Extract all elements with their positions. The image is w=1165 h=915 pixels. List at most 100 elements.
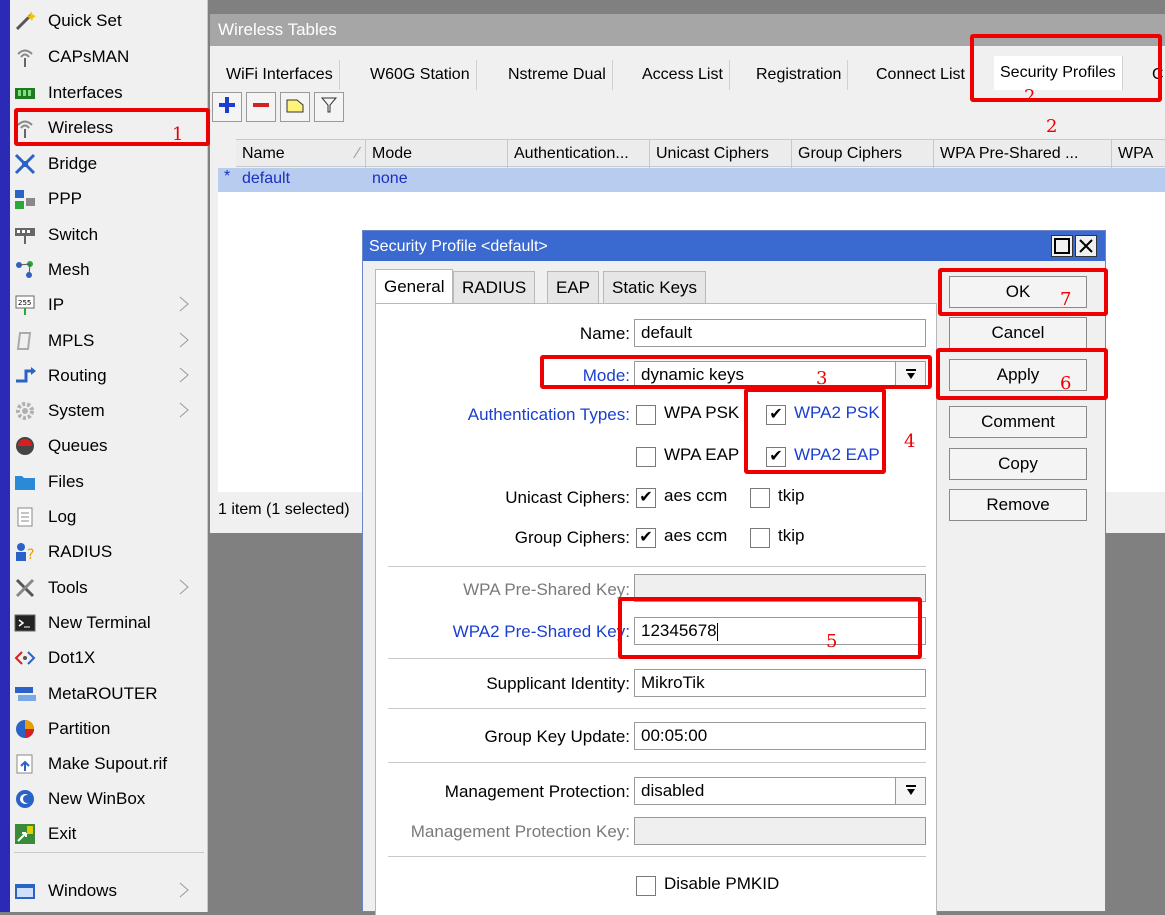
col-mode[interactable]: Mode: [366, 140, 508, 168]
annotation-box-security-profiles: [970, 34, 1162, 102]
table-row[interactable]: * default none: [218, 168, 1165, 192]
menu-item-interfaces[interactable]: Interfaces: [14, 76, 206, 110]
tab-radius[interactable]: RADIUS: [453, 271, 536, 303]
wand-icon: [14, 10, 36, 32]
filter-button[interactable]: [314, 92, 344, 122]
tab-general[interactable]: General: [375, 269, 454, 303]
menu-item-windows[interactable]: Windows: [14, 874, 206, 908]
mgmt-protection-label: Management Protection:: [444, 782, 630, 801]
gear-icon: [14, 400, 36, 422]
wpa-eap-checkbox[interactable]: [636, 447, 656, 467]
menu-item-tools[interactable]: Tools: [14, 571, 206, 605]
menu-item-metarouter[interactable]: MetaROUTER: [14, 677, 206, 711]
maximize-icon: [1052, 238, 1072, 260]
tab-registration[interactable]: Registration: [750, 60, 849, 90]
tools-icon: [14, 577, 36, 599]
col-name[interactable]: Name ∕: [236, 140, 366, 168]
tab-connect-list[interactable]: Connect List: [870, 60, 972, 90]
tab-w60g-station[interactable]: W60G Station: [364, 60, 477, 90]
wpa-key-label: WPA Pre-Shared Key:: [463, 580, 630, 599]
menu-item-files[interactable]: Files: [14, 465, 206, 499]
menu-item-routing[interactable]: Routing: [14, 359, 206, 393]
dialog-title[interactable]: Security Profile <default>: [363, 231, 1105, 261]
tab-nstreme-dual[interactable]: Nstreme Dual: [502, 60, 613, 90]
annotation-box-mode: [540, 355, 932, 389]
menu-item-switch[interactable]: Switch: [14, 218, 206, 252]
menu-item-mesh[interactable]: Mesh: [14, 253, 206, 287]
menu-item-new-winbox[interactable]: New WinBox: [14, 782, 206, 816]
section-separator: [388, 856, 926, 857]
col-wpa-key[interactable]: WPA Pre-Shared ...: [934, 140, 1112, 168]
annotation-number: 6: [1060, 373, 1072, 394]
menu-item-make-supout[interactable]: Make Supout.rif: [14, 747, 206, 781]
dropdown-arrow-icon[interactable]: [895, 778, 925, 804]
group-aes-checkbox[interactable]: ✔: [636, 528, 656, 548]
name-input[interactable]: default: [634, 319, 926, 347]
supplicant-input[interactable]: MikroTik: [634, 669, 926, 697]
switch-icon: [14, 224, 36, 246]
comment-button[interactable]: [280, 92, 310, 122]
cancel-button[interactable]: Cancel: [949, 317, 1087, 349]
close-button[interactable]: [1075, 235, 1097, 257]
group-aes-label: aes ccm: [664, 526, 728, 545]
dot1x-icon: [14, 647, 36, 669]
menu-item-bridge[interactable]: Bridge: [14, 147, 206, 181]
menu-item-queues[interactable]: Queues: [14, 429, 206, 463]
users-icon: ?: [14, 541, 36, 563]
maximize-button[interactable]: [1051, 235, 1073, 257]
log-icon: [14, 506, 36, 528]
remove-button[interactable]: Remove: [949, 489, 1087, 521]
menu-item-log[interactable]: Log: [14, 500, 206, 534]
menu-item-dot1x[interactable]: Dot1X: [14, 641, 206, 675]
unicast-tkip-checkbox[interactable]: [750, 488, 770, 508]
comment-button[interactable]: Comment: [949, 406, 1087, 438]
group-ciphers-label: Group Ciphers:: [514, 528, 630, 547]
winbox-version-strip: [0, 0, 10, 912]
col-authentication[interactable]: Authentication...: [508, 140, 650, 168]
menu-item-exit[interactable]: Exit: [14, 817, 206, 851]
tab-access-list[interactable]: Access List: [636, 60, 730, 90]
group-tkip-checkbox[interactable]: [750, 528, 770, 548]
menu-item-capsman[interactable]: CAPsMAN: [14, 40, 206, 74]
wpa-psk-label: WPA PSK: [664, 403, 740, 422]
menu-item-partition[interactable]: Partition: [14, 712, 206, 746]
col-wpa-overflow[interactable]: WPA: [1112, 140, 1165, 168]
remove-button[interactable]: [246, 92, 276, 122]
submenu-arrow-icon: [178, 579, 190, 595]
menu-item-radius[interactable]: ? RADIUS: [14, 535, 206, 569]
tab-wifi-interfaces[interactable]: WiFi Interfaces: [220, 60, 340, 90]
col-unicast-ciphers[interactable]: Unicast Ciphers: [650, 140, 792, 168]
menu-item-ip[interactable]: 255 IP: [14, 288, 206, 322]
unicast-tkip-label: tkip: [778, 486, 805, 505]
tab-eap[interactable]: EAP: [547, 271, 600, 303]
annotation-number: 2: [1024, 86, 1036, 107]
wpa-eap-label: WPA EAP: [664, 445, 740, 464]
svg-text:255: 255: [18, 299, 31, 307]
disable-pmkid-checkbox[interactable]: [636, 876, 656, 896]
menu-item-mpls[interactable]: MPLS: [14, 324, 206, 358]
submenu-arrow-icon: [178, 332, 190, 348]
auth-types-label: Authentication Types:: [467, 405, 630, 424]
menu-item-system[interactable]: System: [14, 394, 206, 428]
menu-item-quick-set[interactable]: Quick Set: [14, 4, 206, 38]
add-button[interactable]: [212, 92, 242, 122]
copy-button[interactable]: Copy: [949, 448, 1087, 480]
tab-static-keys[interactable]: Static Keys: [603, 271, 707, 303]
checkmark-icon: ✔: [639, 489, 653, 506]
menu-item-new-terminal[interactable]: New Terminal: [14, 606, 206, 640]
group-tkip-label: tkip: [778, 526, 805, 545]
sort-icon: ∕: [356, 145, 359, 162]
unicast-aes-checkbox[interactable]: ✔: [636, 488, 656, 508]
menu-item-ppp[interactable]: PPP: [14, 182, 206, 216]
group-key-update-input[interactable]: 00:05:00: [634, 722, 926, 750]
supplicant-label: Supplicant Identity:: [486, 674, 630, 693]
wpa-psk-checkbox[interactable]: [636, 405, 656, 425]
col-group-ciphers[interactable]: Group Ciphers: [792, 140, 934, 168]
mgmt-protection-select[interactable]: disabled: [634, 777, 926, 805]
unicast-aes-label: aes ccm: [664, 486, 728, 505]
security-profile-dialog: Security Profile <default> General RADIU…: [362, 230, 1106, 915]
mpls-icon: [14, 330, 36, 352]
annotation-number: 7: [1060, 289, 1072, 310]
annotation-box-wpa2-key: [618, 597, 922, 659]
annotation-box-apply: [936, 348, 1108, 400]
